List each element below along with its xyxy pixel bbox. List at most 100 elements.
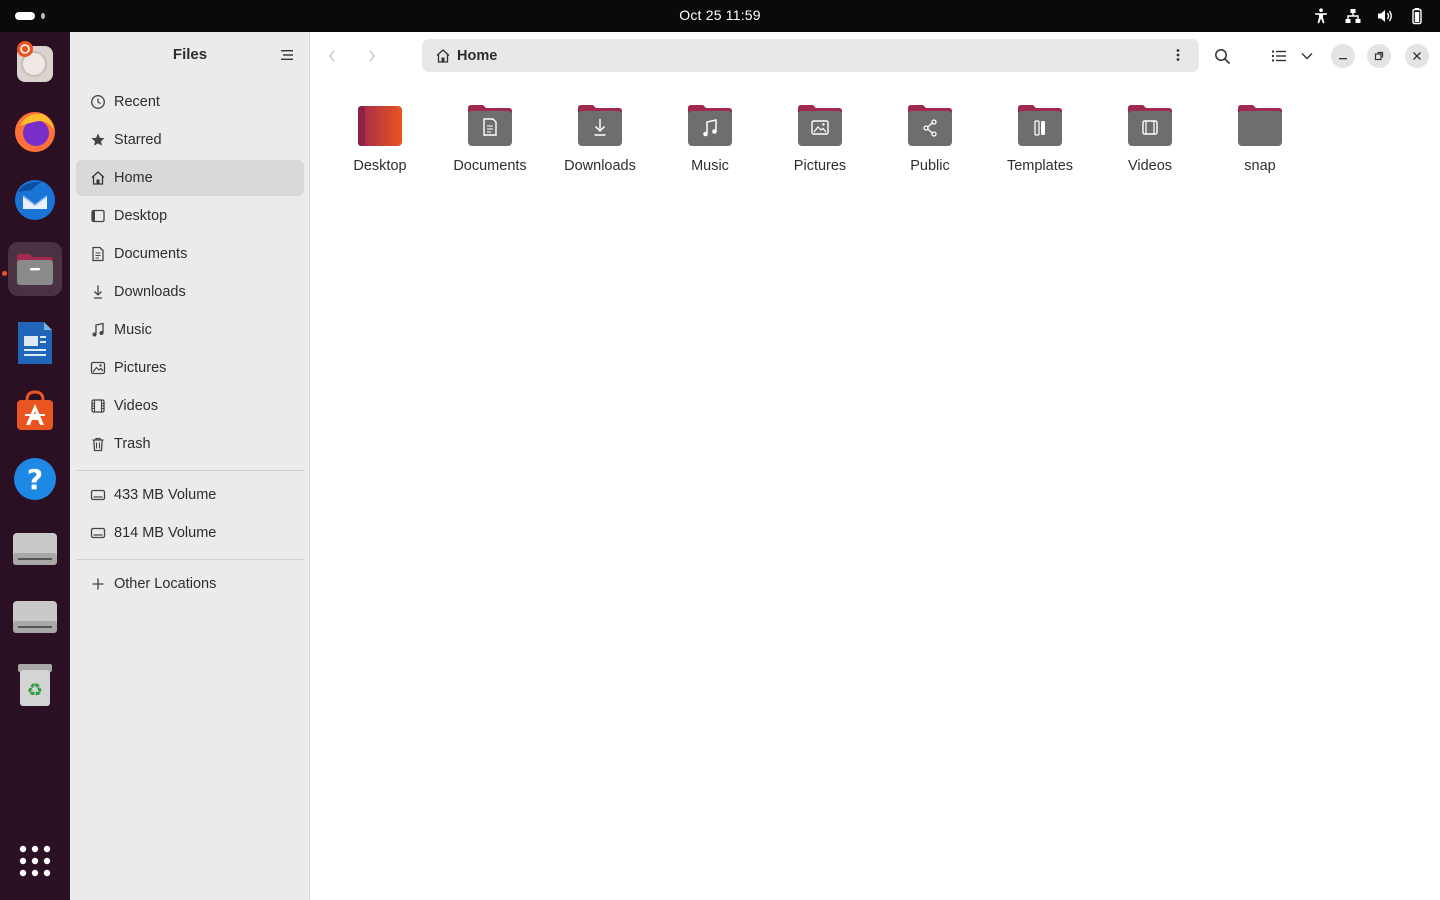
sidebar-item-label: Recent [114,94,160,110]
sidebar-header: Files [70,32,310,78]
header-bar: Home [310,32,1440,78]
chevron-down-icon [1301,53,1313,60]
app-center-icon [17,390,53,430]
dock-image-viewer[interactable] [8,36,62,90]
back-button[interactable] [320,44,344,68]
file-item-public[interactable]: Public [880,102,980,182]
dock-trash[interactable]: ♻ [8,658,62,712]
help-icon: ? [14,458,56,500]
svg-text:♻: ♻ [27,680,43,701]
picture-icon [90,361,106,375]
app-title: Files [172,46,208,63]
restore-icon [1374,51,1384,61]
drive-icon [90,489,106,501]
forward-button[interactable] [360,44,384,68]
drive-icon [13,533,57,565]
dock-help[interactable]: ? [8,452,62,506]
dock-drive-1[interactable] [8,522,62,576]
file-name: Desktop [353,158,407,174]
trash-bin-icon: ♻ [18,664,52,706]
sidebar-item-label: Trash [114,436,151,452]
file-item-desktop[interactable]: Desktop [330,102,430,182]
close-button[interactable] [1405,44,1429,68]
file-item-pictures[interactable]: Pictures [770,102,870,182]
file-item-videos[interactable]: Videos [1100,102,1200,182]
show-apps-button[interactable] [8,834,62,888]
writer-icon [18,322,52,364]
file-name: Music [691,158,729,174]
minimize-button[interactable] [1331,44,1355,68]
battery-icon[interactable] [1408,7,1426,25]
location-menu-button[interactable] [1171,45,1191,65]
sidebar-item-recent[interactable]: Recent [76,84,304,120]
accessibility-icon[interactable] [1312,7,1330,25]
file-grid: Desktop Documents Downloads Music Pictur… [310,78,1440,900]
dock: ? ♻ [0,32,70,900]
dock-thunderbird[interactable] [8,172,62,226]
video-icon [91,399,105,413]
chevron-right-icon [369,50,375,62]
app-grid-icon [19,845,51,877]
sidebar-item-videos[interactable]: Videos [76,388,304,424]
drive-icon [90,527,106,539]
sidebar-item-starred[interactable]: Starred [76,122,304,158]
trash-icon [92,437,104,452]
system-tray[interactable] [1312,6,1426,26]
dock-libreoffice-writer[interactable] [8,316,62,370]
path-current-location[interactable]: Home [457,48,497,64]
file-name: Documents [453,158,527,174]
network-icon[interactable] [1344,7,1362,25]
main-menu-button[interactable] [276,45,298,65]
clock[interactable]: Oct 25 11:59 [0,0,1440,32]
sidebar-item-music[interactable]: Music [76,312,304,348]
file-name: snap [1244,158,1276,174]
sidebar-item-volume-814[interactable]: 814 MB Volume [76,515,304,551]
sidebar-item-label: Music [114,322,152,338]
sidebar-item-label: 433 MB Volume [114,487,217,503]
view-options-button[interactable] [1294,43,1320,69]
file-item-music[interactable]: Music [660,102,760,182]
sidebar-item-volume-433[interactable]: 433 MB Volume [76,477,304,513]
desktop-folder-icon [358,106,402,146]
dock-app-center[interactable] [8,384,62,438]
sidebar-item-home[interactable]: Home [76,160,304,196]
sidebar-item-downloads[interactable]: Downloads [76,274,304,310]
dock-firefox[interactable] [8,104,62,158]
sidebar-item-other-locations[interactable]: Other Locations [76,566,304,602]
sidebar-item-label: Videos [114,398,159,414]
sidebar-item-label: Starred [114,132,162,148]
sidebar-separator [76,470,304,471]
home-icon [436,48,450,63]
firefox-icon [15,112,55,152]
search-button[interactable] [1209,43,1235,69]
sidebar-item-desktop[interactable]: Desktop [76,198,304,234]
close-icon [1413,52,1421,60]
music-icon [92,322,104,337]
desktop-icon [91,209,105,223]
music-folder-icon [688,105,732,146]
path-bar[interactable]: Home [422,39,1199,72]
documents-folder-icon [468,105,512,146]
sidebar-item-label: Pictures [114,360,167,376]
sidebar-item-trash[interactable]: Trash [76,426,304,462]
running-indicator [2,271,7,276]
drive-icon [13,601,57,633]
sidebar-item-label: 814 MB Volume [114,525,217,541]
maximize-button[interactable] [1367,44,1391,68]
templates-folder-icon [1018,105,1062,146]
sidebar-item-pictures[interactable]: Pictures [76,350,304,386]
file-item-snap[interactable]: snap [1210,102,1310,182]
file-item-documents[interactable]: Documents [440,102,540,182]
sidebar-item-documents[interactable]: Documents [76,236,304,272]
sidebar-separator [76,559,304,560]
file-item-downloads[interactable]: Downloads [550,102,650,182]
pictures-folder-icon [798,105,842,146]
download-icon [94,285,102,299]
view-toggle-button[interactable] [1266,43,1292,69]
star-icon [91,133,105,146]
dock-drive-2[interactable] [8,590,62,644]
volume-icon[interactable] [1376,7,1394,25]
dock-files[interactable] [8,242,62,296]
hamburger-menu-icon [281,50,293,60]
file-item-templates[interactable]: Templates [990,102,1090,182]
